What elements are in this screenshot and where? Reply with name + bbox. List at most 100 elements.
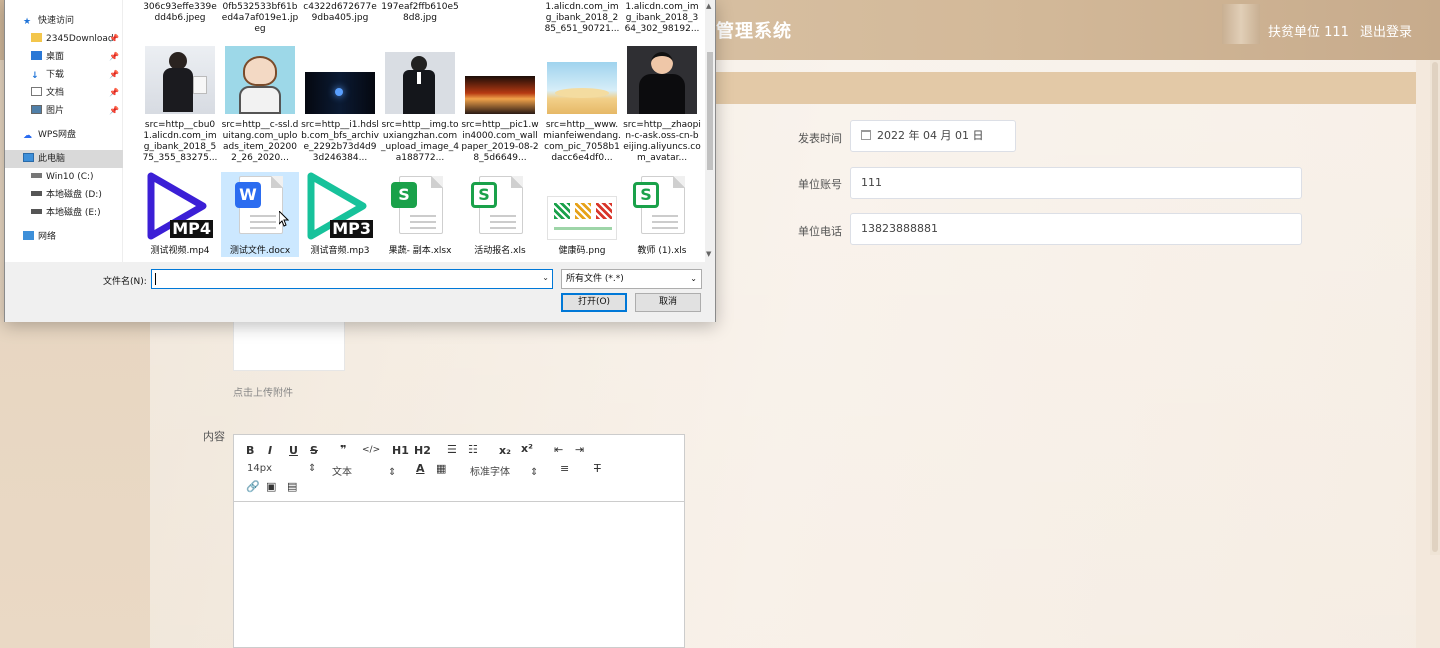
cancel-button[interactable]: 取消 [635,293,701,312]
underline-button[interactable]: U [289,444,298,457]
nav-downloads[interactable]: ↓ 下载 📌 [5,66,123,84]
unit-account-field[interactable]: 111 [850,167,1302,199]
file-name: 1.alicdn.com_img_ibank_2018_364_302_9819… [624,2,700,34]
blockquote-button[interactable]: ❞ [340,443,346,456]
xls-file-tile[interactable]: S 活动报名.xls [461,172,539,257]
text-caret [155,273,156,285]
superscript-button[interactable]: x² [521,442,533,455]
wps-sheet-badge: S [471,182,497,208]
outdent-icon[interactable]: ⇤ [554,443,563,456]
file-tile[interactable]: 1.alicdn.com_img_ibank_2018_364_302_9819… [623,2,701,35]
file-name: src=http__zhaopin-c-ask.oss-cn-beijing.a… [623,120,701,163]
drive-icon [31,209,42,214]
file-list-scrollbar[interactable]: ▲ ▼ [705,0,715,262]
italic-button[interactable]: I [268,444,272,457]
nav-desktop[interactable]: 桌面 📌 [5,48,123,66]
xls-file-tile[interactable]: S 教师 (1).xls [623,172,701,257]
file-name: src=http__i1.hdslb.com_bfs_archive_2292b… [301,120,379,163]
file-tile[interactable]: 0fb532533bf61bed4a7af019e1.jpeg [221,2,299,35]
align-icon[interactable]: ≡ [560,462,569,475]
image-file-tile[interactable]: src=http__pic1.win4000.com_wallpaper_201… [461,46,539,164]
nav-drive-d[interactable]: 本地磁盘 (D:) [5,186,123,204]
nav-pictures[interactable]: 图片 📌 [5,102,123,120]
pin-icon: 📌 [109,34,119,43]
file-name: 1.alicdn.com_img_ibank_2018_285_651_9072… [544,2,620,34]
filetype-select[interactable]: 所有文件 (*.*) ⌄ [561,269,702,289]
image-icon[interactable]: ▣ [266,480,276,493]
nav-quick-access[interactable]: ★ 快速访问 [5,12,123,30]
text-style-select[interactable]: 文本 ⇕ [332,463,396,478]
font-size-select[interactable]: 14px ⇕ [247,463,316,474]
strike-button[interactable]: S [310,444,318,457]
nav-drive-c[interactable]: Win10 (C:) [5,168,123,186]
filename-input[interactable]: ⌄ [151,269,553,289]
png-file-tile[interactable]: 健康码.png [543,172,621,257]
scroll-up-icon[interactable]: ▲ [706,2,711,10]
nav-this-pc[interactable]: 此电脑 [5,150,123,168]
current-user-unit: 扶贫单位 111 [1268,25,1349,40]
publish-time-field[interactable]: 2022 年 04 月 01 日 [850,120,1016,152]
file-name: 测试音频.mp3 [310,246,370,256]
logout-link[interactable]: 退出登录 [1360,21,1412,40]
font-family-value: 标准字体 [470,467,510,478]
bold-button[interactable]: B [246,444,254,457]
audio-file-tile[interactable]: MP3 测试音频.mp3 [301,172,379,257]
image-file-tile[interactable]: src=http__i1.hdslb.com_bfs_archive_2292b… [301,46,379,164]
xlsx-file-tile[interactable]: S 果蔬- 副本.xlsx [381,172,459,257]
page-scrollbar[interactable] [1430,60,1440,555]
nav-documents[interactable]: 文档 📌 [5,84,123,102]
pin-icon: 📌 [109,52,119,61]
spreadsheet-file-icon: S [385,172,455,240]
mp4-file-icon: MP4 [145,172,215,240]
ordered-list-icon[interactable]: ☰ [447,443,457,456]
nav-network[interactable]: 网络 [5,228,123,246]
scrollbar-thumb[interactable] [707,52,713,170]
text-style-arrow-icon: ⇕ [388,467,397,478]
nav-wps-cloud[interactable]: ☁ WPS网盘 [5,126,123,144]
wps-writer-badge: W [235,182,261,208]
scroll-down-icon[interactable]: ▼ [706,250,711,258]
image-file-tile[interactable]: src=http__c-ssl.duitang.com_uploads_item… [221,46,299,164]
link-icon[interactable]: 🔗 [246,480,260,493]
chevron-down-icon[interactable]: ⌄ [542,273,549,282]
rich-text-editor[interactable]: B I U S ❞ </> H1 H2 ☰ ☷ x₂ x² ⇤ ⇥ 14px ⇕ … [233,434,685,648]
file-tile[interactable]: 1.alicdn.com_img_ibank_2018_285_651_9072… [543,2,621,35]
filename-label: 文件名(N): [103,277,147,287]
font-family-select[interactable]: 标准字体 ⇕ [470,463,538,478]
h1-button[interactable]: H1 [392,444,409,457]
file-tile[interactable]: c4322d672677e9dba405.jpg [301,2,379,24]
image-file-tile[interactable]: src=http__cbu01.alicdn.com_img_ibank_201… [141,46,219,164]
code-button[interactable]: </> [362,445,380,455]
font-color-icon[interactable]: A [416,462,425,475]
file-tile[interactable]: 197eaf2ffb610e58d8.jpg [381,2,459,24]
document-icon [31,87,42,96]
open-button[interactable]: 打开(O) [561,293,627,312]
photo-thumbnail [385,52,455,114]
image-file-tile[interactable]: src=http__img.touxiangzhan.com_upload_im… [381,46,459,164]
attachment-upload-box[interactable] [233,318,345,371]
file-name: 果蔬- 副本.xlsx [388,246,452,256]
spreadsheet-file-icon: S [627,172,697,240]
nav-2345download[interactable]: 2345Download 📌 [5,30,123,48]
page-scrollbar-thumb[interactable] [1432,62,1438,552]
h2-button[interactable]: H2 [414,444,431,457]
video-file-tile[interactable]: MP4 测试视频.mp4 [141,172,219,257]
nav-drive-e[interactable]: 本地磁盘 (E:) [5,204,123,222]
file-list: 306c93effe339edd4b6.jpeg 0fb532533bf61be… [127,0,705,262]
bullet-list-icon[interactable]: ☷ [468,443,478,456]
image-file-tile[interactable]: src=http__zhaopin-c-ask.oss-cn-beijing.a… [623,46,701,164]
background-color-icon[interactable]: ▦ [436,462,446,475]
indent-icon[interactable]: ⇥ [575,443,584,456]
photo-thumbnail [547,196,617,240]
video-icon[interactable]: ▤ [287,480,297,493]
decorative-pillar [1222,4,1260,44]
chevron-down-icon: ⌄ [690,274,697,283]
file-tile[interactable]: 306c93effe339edd4b6.jpeg [141,2,219,24]
upload-hint: 点击上传附件 [233,388,293,399]
subscript-button[interactable]: x₂ [499,444,511,457]
unit-phone-field[interactable]: 13823888881 [850,213,1302,245]
clear-format-icon[interactable]: T [594,462,601,475]
photo-thumbnail [465,76,535,114]
mp3-label: MP3 [330,219,373,238]
image-file-tile[interactable]: src=http__www.mianfeiwendang.com_pic_705… [543,46,621,164]
